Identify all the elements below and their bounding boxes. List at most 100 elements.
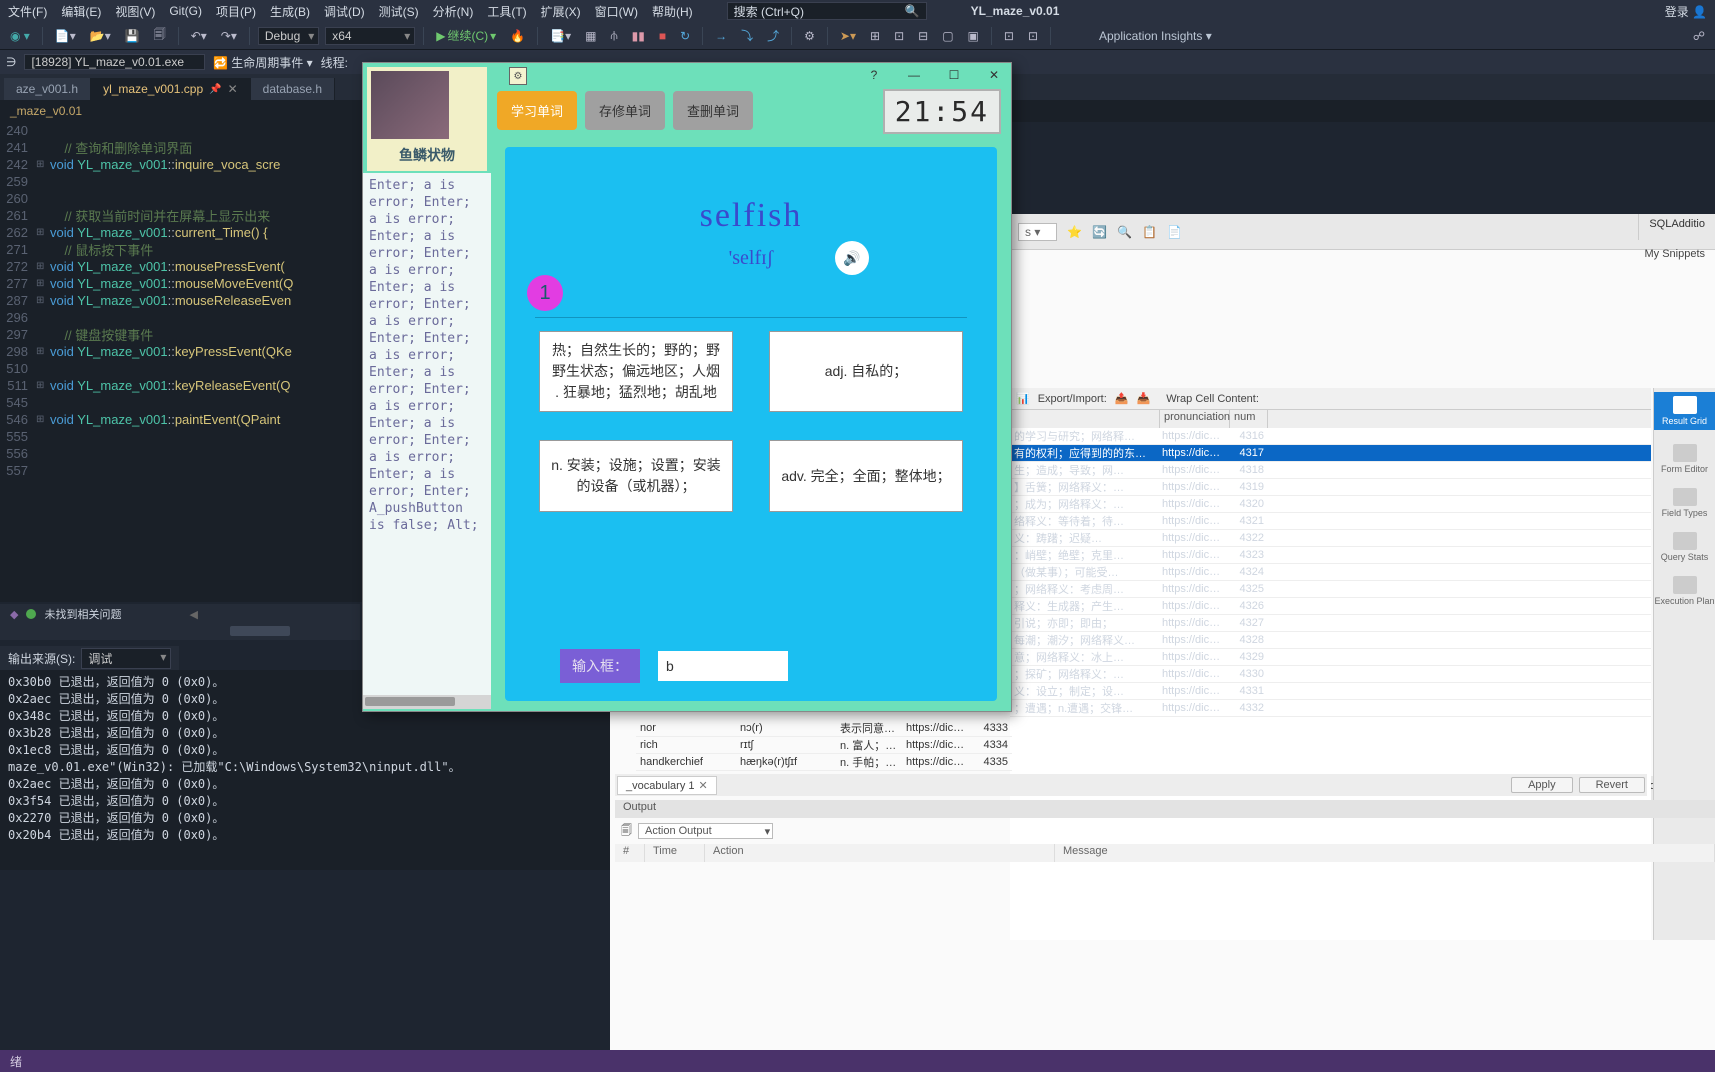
table-row[interactable]: handkerchiefhæŋkə(r)tʃɪfn. 手帕；纸巾；网络释义：手绢… <box>636 754 1012 771</box>
side-form-editor[interactable]: Form Editor <box>1654 444 1715 474</box>
menu-extensions[interactable]: 扩展(X) <box>541 3 581 20</box>
minimize-icon[interactable]: — <box>903 65 925 85</box>
open-icon[interactable]: 📂▾ <box>86 27 115 45</box>
table-row[interactable]: 每潮；潮汐；网络释义…https://dic…4328 <box>1010 632 1651 649</box>
revert-button[interactable]: Revert <box>1579 777 1645 793</box>
tb-ico-2[interactable]: ▦ <box>581 27 600 45</box>
tb-misc-5[interactable]: ▢ <box>938 27 957 45</box>
table-row[interactable]: 义：踌躇；迟疑…https://dic…4322 <box>1010 530 1651 547</box>
tb-misc-8[interactable]: ⊡ <box>1024 27 1042 45</box>
table-row[interactable]: richrɪtʃn. 富人；有钱人；adj. 富有的；富裕的；富庶的；富饶的；…… <box>636 737 1012 754</box>
speak-icon[interactable]: 🔊 <box>835 241 869 275</box>
continue-button[interactable]: ▶ 继续(C) ▾ <box>432 25 500 46</box>
col-pronunciation[interactable]: pronunciation <box>1160 410 1230 428</box>
quick-search[interactable]: 搜索 (Ctrl+Q) 🔍 <box>727 2 927 20</box>
table-row[interactable]: ；成为；网络释义：…https://dic…4320 <box>1010 496 1651 513</box>
tab-cpp[interactable]: yl_maze_v001.cpp📌✕ <box>91 78 251 100</box>
tab-header[interactable]: aze_v001.h <box>4 78 91 100</box>
menu-window[interactable]: 窗口(W) <box>595 3 638 20</box>
menu-debug[interactable]: 调试(D) <box>324 3 365 20</box>
menu-test[interactable]: 测试(S) <box>379 3 419 20</box>
tb-misc-6[interactable]: ▣ <box>964 27 983 45</box>
close-window-icon[interactable]: ✕ <box>983 65 1005 85</box>
config-combo[interactable]: Debug <box>258 27 319 45</box>
app-insights-button[interactable]: Application Insights ▾ <box>1099 29 1212 43</box>
menu-tools[interactable]: 工具(T) <box>487 3 526 20</box>
help-icon[interactable]: ? <box>863 65 885 85</box>
output-src-combo[interactable]: 调试 <box>81 648 171 669</box>
process-combo[interactable]: [18928] YL_maze_v0.01.exe <box>24 54 205 70</box>
snippets-label[interactable]: My Snippets <box>1634 244 1715 264</box>
undo-icon[interactable]: ↶▾ <box>187 27 211 45</box>
zoom-icon[interactable]: 🔍 <box>1117 225 1132 239</box>
menu-edit[interactable]: 编辑(E) <box>61 3 101 20</box>
tb-misc-2[interactable]: ⊞ <box>866 27 884 45</box>
save-icon[interactable]: 💾 <box>121 27 144 45</box>
export-ico-1[interactable]: 📤 <box>1115 392 1129 405</box>
table-row[interactable]: ；探矿；网络释义：…https://dic…4330 <box>1010 666 1651 683</box>
refresh-icon[interactable]: 🔄 <box>1092 225 1107 239</box>
wb-ico-a[interactable]: 📋 <box>1142 225 1157 239</box>
table-row[interactable]: 意；网络释义：冰上…https://dic…4329 <box>1010 649 1651 666</box>
tb-misc-4[interactable]: ⊟ <box>914 27 932 45</box>
scroll-left-icon[interactable]: ◀ <box>189 608 197 621</box>
menu-project[interactable]: 项目(P) <box>216 3 256 20</box>
table-row[interactable]: 络释义：等待着；待…https://dic…4321 <box>1010 513 1651 530</box>
apply-button[interactable]: Apply <box>1511 777 1573 793</box>
pin-icon[interactable]: 📌 <box>209 84 221 95</box>
redo-icon[interactable]: ↷▾ <box>217 27 241 45</box>
menu-analyze[interactable]: 分析(N) <box>433 3 474 20</box>
h-scrollbar[interactable] <box>0 624 360 640</box>
side-result-grid[interactable]: Result Grid <box>1654 392 1715 430</box>
tb-ico-1[interactable]: 📑▾ <box>546 27 575 45</box>
login-link[interactable]: 登录 👤 <box>1665 3 1707 20</box>
tb-misc-3[interactable]: ⊡ <box>890 27 908 45</box>
share-icon[interactable]: ☍ <box>1689 27 1709 45</box>
table-row[interactable]: ；遭遇；n.遭遇；交锋…https://dic…4332 <box>1010 700 1651 717</box>
close-result-icon[interactable]: ✕ <box>699 780 708 792</box>
choice-1[interactable]: 热；自然生长的；野的；野 野生状态；偏远地区；人烟 . 狂暴地；猛烈地；胡乱地 <box>539 331 733 412</box>
tb-misc-7[interactable]: ⊡ <box>1000 27 1018 45</box>
menu-file[interactable]: 文件(F) <box>8 3 47 20</box>
table-row[interactable]: （做某事）；可能受…https://dic…4324 <box>1010 564 1651 581</box>
tab-database[interactable]: database.h <box>251 78 335 100</box>
arrow-icon[interactable]: ➤▾ <box>836 27 860 45</box>
menu-git[interactable]: Git(G) <box>169 4 202 18</box>
wb-ico-b[interactable]: 📄 <box>1167 225 1182 239</box>
table-row[interactable]: 释义：生成器；产生…https://dic…4326 <box>1010 598 1651 615</box>
menu-build[interactable]: 生成(B) <box>270 3 310 20</box>
wb-combo[interactable]: s ▾ <box>1018 223 1057 241</box>
table-row[interactable]: 的学习与研究；网络释…https://dic…4316 <box>1010 428 1651 445</box>
choice-2[interactable]: adj. 自私的； <box>769 331 963 412</box>
step-over-icon[interactable]: ⤵ <box>737 25 757 46</box>
table-row[interactable]: ：峭壁；绝壁；克里…https://dic…4323 <box>1010 547 1651 564</box>
choice-3[interactable]: n. 安装；设施；设置；安装的设备（或机器）； <box>539 440 733 512</box>
tb-misc-1[interactable]: ⚙ <box>800 27 819 45</box>
maximize-icon[interactable]: ☐ <box>943 65 965 85</box>
table-row[interactable]: 有的权利；应得到的的东…https://dic…4317 <box>1010 445 1651 462</box>
nav-back-icon[interactable]: ◉ ▾ <box>6 27 34 45</box>
answer-input[interactable] <box>658 651 788 681</box>
menu-view[interactable]: 视图(V) <box>115 3 155 20</box>
new-file-icon[interactable]: 📄▾ <box>51 27 80 45</box>
star-icon[interactable]: ⭐ <box>1067 225 1082 239</box>
col-num[interactable]: num <box>1230 410 1268 428</box>
query-word-button[interactable]: 查删单词 <box>673 91 753 130</box>
app-h-scroll[interactable] <box>363 695 491 709</box>
action-combo[interactable]: Action Output <box>638 823 773 839</box>
table-row[interactable]: 】舌簧；网络释义：…https://dic…4319 <box>1010 479 1651 496</box>
side-exec-plan[interactable]: Execution Plan <box>1654 576 1715 606</box>
export-ico-2[interactable]: 📥 <box>1136 392 1150 405</box>
menu-help[interactable]: 帮助(H) <box>652 3 693 20</box>
platform-combo[interactable]: x64 <box>325 27 415 45</box>
table-row[interactable]: ；网络释义：考虑周…https://dic…4325 <box>1010 581 1651 598</box>
lifecycle-icon[interactable]: 🔁 生命周期事件 ▾ <box>213 54 313 71</box>
side-field-types[interactable]: Field Types <box>1654 488 1715 518</box>
side-query-stats[interactable]: Query Stats <box>1654 532 1715 562</box>
choice-4[interactable]: adv. 完全；全面；整体地； <box>769 440 963 512</box>
table-row[interactable]: nornɔ(r)表示同意刚提及的否定命题）也不；n.【自】"或非"；网络…htt… <box>636 720 1012 737</box>
gear-icon[interactable]: ⚙ <box>509 67 527 85</box>
action-ico[interactable]: 🗐 <box>621 822 632 841</box>
tb-ico-3[interactable]: ⫛ <box>606 26 621 45</box>
restart-icon[interactable]: ↻ <box>676 27 694 45</box>
